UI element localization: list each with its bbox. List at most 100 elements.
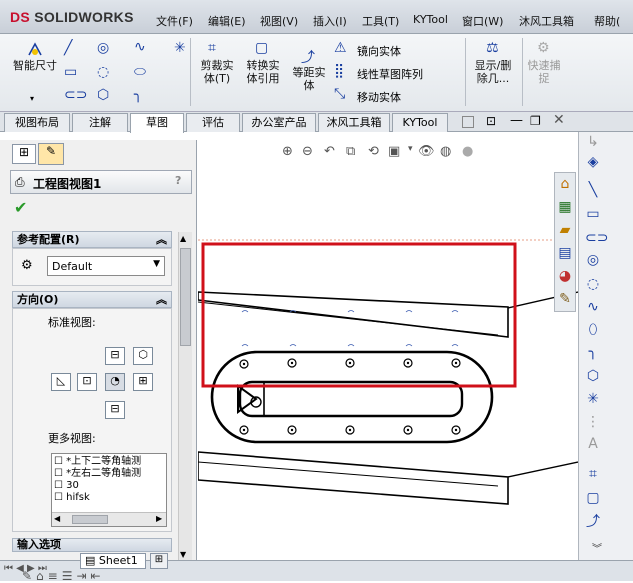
circle-icon[interactable]: ◎ <box>97 41 109 55</box>
menu-view[interactable]: 视图(V) <box>260 13 298 29</box>
tab-mufeng-toolbox[interactable]: 沐风工具箱 <box>318 113 390 132</box>
spline-icon[interactable]: ∿ <box>134 40 146 54</box>
left-view-button[interactable]: ◺ <box>51 373 71 391</box>
maximize-icon[interactable]: ❐ <box>530 114 541 128</box>
collapse-icon[interactable]: ︽ <box>156 232 167 247</box>
back-view-button[interactable]: ⊡ <box>77 373 97 391</box>
appearances-icon[interactable]: ◕ <box>557 268 573 284</box>
circle-icon[interactable]: ◎ <box>585 252 601 268</box>
display-delete-relations-button[interactable]: 显示/删除几... <box>470 59 516 85</box>
restore-panel-icon[interactable] <box>462 116 474 128</box>
arc-icon[interactable]: ◌ <box>585 276 601 292</box>
chevron-down-icon[interactable]: ▼ <box>153 259 160 269</box>
offset-entities-button[interactable]: 等距实体 <box>288 66 330 92</box>
tab-annotation[interactable]: 注解 <box>72 113 128 132</box>
orientation-header[interactable]: 方向(O) ︽ <box>12 291 172 308</box>
arc-icon[interactable]: ◌ <box>97 65 109 79</box>
polygon-icon[interactable]: ⬡ <box>585 368 601 384</box>
panel-scrollbar[interactable]: ▲ ▼ <box>178 232 192 560</box>
quick-snap-button[interactable]: 快速捕捉 <box>526 59 562 85</box>
point-icon[interactable]: ✳ <box>585 391 601 407</box>
fillet-icon[interactable]: ╮ <box>585 344 601 360</box>
list-item[interactable]: ☐ *上下二等角轴测 <box>54 456 141 468</box>
menu-kytool[interactable]: KYTool <box>413 13 448 26</box>
chevron-down-icon[interactable]: ▾ <box>30 94 34 103</box>
tab-sheet1[interactable]: ▤ Sheet1 <box>80 553 146 569</box>
menu-window[interactable]: 窗口(W) <box>462 13 503 29</box>
slot-icon[interactable]: ⊂⊃ <box>585 230 608 246</box>
list-h-scrollbar[interactable]: ◀ ▶ <box>52 512 166 526</box>
smart-dimension-button[interactable]: 智能尺寸 <box>13 59 57 72</box>
menu-tools[interactable]: 工具(T) <box>362 13 399 29</box>
ellipse-icon[interactable]: ⬭ <box>134 65 146 79</box>
current-view-button[interactable]: ◔ <box>105 373 125 391</box>
custom-properties-icon[interactable]: ✎ <box>557 291 573 307</box>
menu-mufeng[interactable]: 沐风工具箱 <box>519 13 574 29</box>
scroll-left-icon[interactable]: ◀ <box>54 513 60 525</box>
feature-tree-tab-icon[interactable]: ⊞ <box>12 144 36 164</box>
tab-evaluate[interactable]: 评估 <box>186 113 240 132</box>
list-item[interactable]: ☐ *左右二等角轴测 <box>54 468 141 480</box>
add-sheet-icon[interactable]: ⊞ <box>150 553 168 569</box>
bottom-view-button[interactable]: ⊟ <box>105 401 125 419</box>
polygon-icon[interactable]: ⬡ <box>97 88 109 102</box>
tab-office-products[interactable]: 办公室产品 <box>242 113 316 132</box>
property-manager-tab-icon[interactable]: ✎ <box>38 143 64 165</box>
trim-icon[interactable]: ⌗ <box>585 466 601 482</box>
line-icon[interactable]: ╲ <box>585 182 601 198</box>
menu-file[interactable]: 文件(F) <box>156 13 193 29</box>
point-icon[interactable]: ✳ <box>174 41 186 55</box>
ellipse-icon[interactable]: ⬯ <box>585 322 601 338</box>
folder-icon[interactable]: ▰ <box>557 222 573 238</box>
list-item[interactable]: ☐ 30 <box>54 480 79 492</box>
convert-entities-icon[interactable]: ▢ <box>585 490 601 506</box>
scroll-down-icon[interactable]: ▼ <box>180 550 186 559</box>
more-tools-icon[interactable]: ︾ <box>589 542 605 558</box>
menu-edit[interactable]: 编辑(E) <box>208 13 246 29</box>
sketch-icon[interactable]: ↳ <box>585 134 601 150</box>
linear-pattern-button[interactable]: 线性草图阵列 <box>357 66 423 82</box>
minimize-icon[interactable]: — <box>510 113 523 128</box>
offset-entities-icon[interactable]: ⤴ <box>585 514 601 530</box>
menu-insert[interactable]: 插入(I) <box>313 13 347 29</box>
tab-sketch[interactable]: 草图 <box>130 113 184 133</box>
smart-dimension-icon[interactable]: ◈ <box>585 154 601 170</box>
spline-icon[interactable]: ∿ <box>585 299 601 315</box>
scroll-thumb[interactable] <box>180 248 191 346</box>
drawing-canvas[interactable]: ⊕ ⊖ ↶ ⧉ ⟲ ▣ ▾ 👁 ◍ ● ⌂ ▦ ▰ ▤ ◕ ✎ <box>198 132 578 552</box>
view-palette-icon[interactable]: ▤ <box>557 245 573 261</box>
resources-icon[interactable]: ▦ <box>557 199 573 215</box>
config-select[interactable]: Default ▼ <box>47 256 165 276</box>
ref-config-header[interactable]: 参考配置(R) ︽ <box>12 231 172 248</box>
rectangle-icon[interactable]: ▭ <box>585 206 601 222</box>
menu-help[interactable]: 帮助( <box>594 13 620 29</box>
line-icon[interactable]: ╱ <box>64 41 72 55</box>
pin-icon[interactable]: ⊡ <box>486 114 496 128</box>
more-views-list[interactable]: ☐ *上下二等角轴测 ☐ *左右二等角轴测 ☐ 30 ☐ hifsk ◀ ▶ <box>51 453 167 527</box>
ok-checkmark-icon[interactable]: ✔ <box>14 198 27 217</box>
home-icon[interactable]: ⌂ <box>557 176 573 192</box>
text-icon[interactable]: A <box>585 436 601 452</box>
trim-entities-button[interactable]: 剪裁实体(T) <box>196 59 238 85</box>
mirror-entities-button[interactable]: 镜向实体 <box>357 43 401 59</box>
right-view-button[interactable]: ⊞ <box>133 373 153 391</box>
centerline-icon[interactable]: ⋮ <box>585 414 601 430</box>
isometric-view-button[interactable]: ⬡ <box>133 347 153 365</box>
scroll-right-icon[interactable]: ▶ <box>156 513 162 525</box>
scroll-thumb[interactable] <box>72 515 108 524</box>
ref-config-header-text: 参考配置(R) <box>17 233 80 246</box>
close-icon[interactable]: ✕ <box>553 112 565 128</box>
collapse-icon[interactable]: ︽ <box>156 292 167 307</box>
slot-icon[interactable]: ⊂⊃ <box>64 88 87 102</box>
front-view-button[interactable]: ⊟ <box>105 347 125 365</box>
scroll-up-icon[interactable]: ▲ <box>180 234 186 243</box>
input-options-header[interactable]: 输入选项 <box>12 538 172 552</box>
help-button[interactable]: ? <box>175 174 181 187</box>
tab-view-layout[interactable]: 视图布局 <box>4 113 70 132</box>
rectangle-icon[interactable]: ▭ <box>64 65 77 79</box>
fillet-icon[interactable]: ╮ <box>134 88 142 102</box>
tab-kytool[interactable]: KYTool <box>392 113 448 132</box>
convert-entities-button[interactable]: 转换实体引用 <box>242 59 284 85</box>
list-item[interactable]: ☐ hifsk <box>54 492 90 504</box>
move-entities-button[interactable]: 移动实体 <box>357 89 401 105</box>
